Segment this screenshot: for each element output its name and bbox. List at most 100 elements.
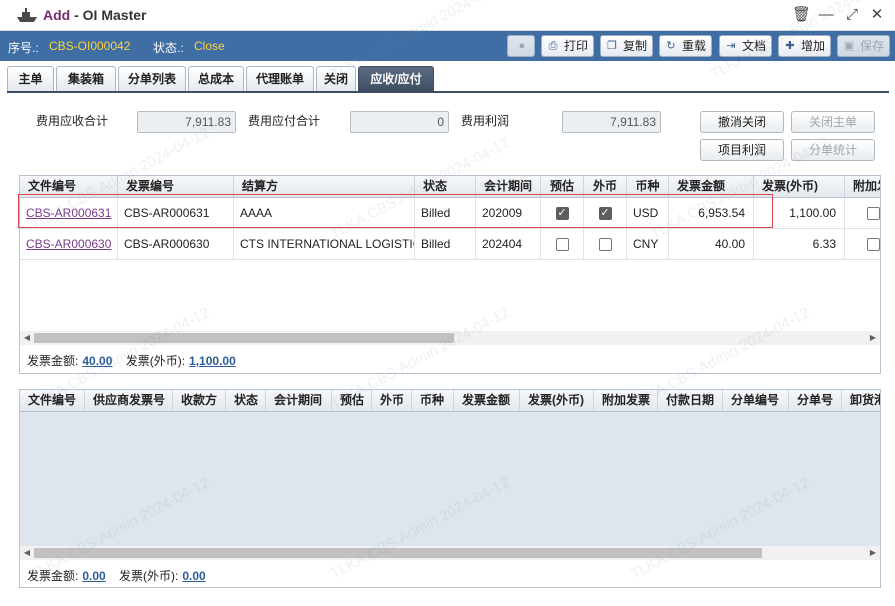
ar-fc-label: 发票(外币): [125,354,186,368]
ap-col-estimate[interactable]: 预估 [332,390,372,411]
title-rest: - OI Master [70,7,147,23]
ar-col-status[interactable]: 状态 [415,176,476,197]
reload-label: 重载 [682,39,707,53]
trash-icon[interactable]: 🗑 [792,6,811,24]
ar-totals: 发票金额: 40.00 发票(外币): 1,100.00 [27,352,246,369]
file-no-cell[interactable]: CBS-AR000630 [20,229,118,259]
estimate-checkbox[interactable] [555,238,569,252]
ar-col-amount[interactable]: 发票金额 [669,176,754,197]
foreign-checkbox[interactable]: ✓ [598,207,612,221]
copy-button[interactable]: ❐ 复制 [600,35,654,57]
maximize-icon[interactable]: ⤢ [843,6,861,24]
split-stats-button[interactable]: 分单统计 [791,139,875,161]
ap-col-amount[interactable]: 发票金额 [454,390,520,411]
party-cell: CTS INTERNATIONAL LOGISTIC [234,229,415,259]
ar-col-foreign[interactable]: 外币 [584,176,627,197]
tab-total-cost[interactable]: 总成本 [188,66,244,91]
ap-col-period[interactable]: 会计期间 [266,390,332,411]
tab-ar-ap[interactable]: 应收/应付 [358,66,434,91]
ar-col-amount-fc[interactable]: 发票(外币) [754,176,845,197]
ar-col-currency[interactable]: 币种 [627,176,669,197]
print-button[interactable]: ⎙ 打印 [541,35,595,57]
ap-col-status[interactable]: 状态 [226,390,266,411]
project-profit-button[interactable]: 项目利润 [700,139,784,161]
ap-col-currency[interactable]: 币种 [412,390,454,411]
extra-checkbox[interactable] [867,207,880,221]
seq-value: CBS-OI000042 [49,39,131,53]
close-master-button[interactable]: 关闭主单 [791,111,875,133]
scroll-left-icon[interactable]: ◀ [20,546,34,560]
close-icon[interactable]: ✕ [868,6,886,24]
copy-icon: ❐ [607,40,617,52]
ar-amount-total[interactable]: 40.00 [82,354,112,368]
amount-cell: 40.00 [669,229,754,259]
ar-grid: 文件编号 发票编号 结算方 状态 会计期间 预估 外币 币种 发票金额 发票(外… [19,175,881,374]
period-cell: 202404 [476,229,541,259]
reload-button[interactable]: ↻ 重载 [659,35,713,57]
cancel-close-button[interactable]: 撤消关闭 [700,111,784,133]
scroll-left-icon[interactable]: ◀ [20,331,34,345]
foreign-checkbox[interactable] [598,238,612,252]
ar-col-party[interactable]: 结算方 [234,176,415,197]
amount-fc-cell: 6.33 [754,229,845,259]
refresh-toggle-button[interactable]: ● [507,35,535,57]
estimate-cell: ✓ [541,198,584,228]
info-bar: 序号.: CBS-OI000042 状态.: Close ● ⎙ 打印 ❐ 复制 ↻… [0,31,895,61]
save-icon: ▣ [843,40,855,52]
reload-icon: ↻ [666,40,676,52]
ar-fc-total[interactable]: 1,100.00 [189,354,236,368]
estimate-cell [541,229,584,259]
tab-master[interactable]: 主单 [7,66,54,91]
docs-button[interactable]: ⇥ 文档 [719,35,773,57]
ar-grid-header: 文件编号 发票编号 结算方 状态 会计期间 预估 外币 币种 发票金额 发票(外… [20,176,880,198]
ap-horizontal-scrollbar[interactable]: ◀ ▶ [20,546,880,560]
estimate-checkbox[interactable]: ✓ [555,207,569,221]
ap-col-house-code[interactable]: 分单编号 [723,390,789,411]
title-bar: Add - OI Master 🗑 — ⤢ ✕ [0,0,895,31]
add-button[interactable]: ✚ 增加 [778,35,832,57]
extra-checkbox[interactable] [867,238,880,252]
foreign-cell [584,229,627,259]
tab-agent-bill[interactable]: 代理账单 [246,66,314,91]
window-title: Add - OI Master [43,7,146,23]
add-label: 增加 [801,39,826,53]
ap-col-vendor-invoice[interactable]: 供应商发票号 [85,390,173,411]
file-no-link[interactable]: CBS-AR000631 [26,206,111,220]
ap-col-discharge-port[interactable]: 卸货港 [842,390,880,411]
tab-close[interactable]: 关闭 [316,66,356,91]
scroll-thumb[interactable] [34,333,454,343]
ar-col-period[interactable]: 会计期间 [476,176,541,197]
save-button[interactable]: ▣ 保存 [837,35,891,57]
ap-col-payee[interactable]: 收款方 [173,390,226,411]
ap-fc-total[interactable]: 0.00 [182,569,205,583]
receivable-label: 费用应收合计 [36,114,109,128]
file-no-cell[interactable]: CBS-AR000631 [20,198,118,228]
ap-col-amount-fc[interactable]: 发票(外币) [520,390,594,411]
ap-col-foreign[interactable]: 外币 [372,390,412,411]
ar-col-invoice-no[interactable]: 发票编号 [118,176,234,197]
ar-col-estimate[interactable]: 预估 [541,176,584,197]
tab-bar: 主单 集装箱 分单列表 总成本 代理账单 关闭 应收/应付 [7,66,889,93]
ap-empty-area [20,412,880,546]
ar-col-extra[interactable]: 附加发 [845,176,880,197]
ap-col-file-no[interactable]: 文件编号 [20,390,85,411]
table-row[interactable]: CBS-AR000631 CBS-AR000631 AAAA Billed 20… [20,198,880,229]
status-label: 状态.: [153,41,184,55]
main-panel: 主单 集装箱 分单列表 总成本 代理账单 关闭 应收/应付 费用应收合计 7,9… [7,63,889,600]
tab-containers[interactable]: 集装箱 [56,66,116,91]
invoice-no-cell: CBS-AR000630 [118,229,234,259]
status-cell: Billed [415,229,476,259]
ap-col-extra-invoice[interactable]: 附加发票 [594,390,658,411]
ap-col-house-no[interactable]: 分单号 [789,390,842,411]
ap-amount-total[interactable]: 0.00 [82,569,105,583]
scroll-right-icon[interactable]: ▶ [866,331,880,345]
ar-col-file-no[interactable]: 文件编号 [20,176,118,197]
file-no-link[interactable]: CBS-AR000630 [26,237,111,251]
ar-horizontal-scrollbar[interactable]: ◀ ▶ [20,331,880,345]
tab-house-list[interactable]: 分单列表 [118,66,186,91]
ap-col-pay-date[interactable]: 付款日期 [658,390,723,411]
scroll-right-icon[interactable]: ▶ [866,546,880,560]
table-row[interactable]: CBS-AR000630 CBS-AR000630 CTS INTERNATIO… [20,229,880,260]
minimize-icon[interactable]: — [817,6,835,24]
scroll-thumb[interactable] [34,548,762,558]
